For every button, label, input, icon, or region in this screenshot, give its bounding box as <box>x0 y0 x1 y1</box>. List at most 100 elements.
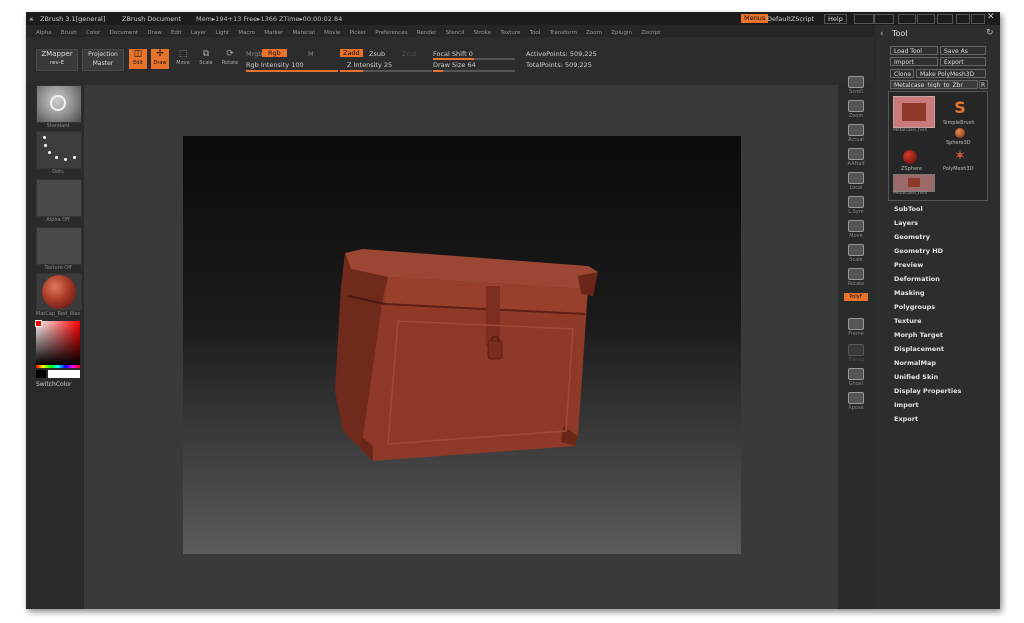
menu-texture[interactable]: Texture <box>500 30 520 36</box>
color-picker[interactable] <box>35 320 80 365</box>
section-normalmap[interactable]: NormalMap <box>894 359 936 367</box>
lock-icon[interactable] <box>937 14 953 24</box>
tool-thumb-metalcase[interactable] <box>893 96 935 128</box>
draw-size-slider[interactable] <box>433 70 515 72</box>
color-switch-icon[interactable] <box>898 14 916 24</box>
section-texture[interactable]: Texture <box>894 317 922 325</box>
edit-button[interactable]: ◫ Edit <box>129 49 147 69</box>
menu-picker[interactable]: Picker <box>350 30 366 36</box>
section-geometry[interactable]: Geometry <box>894 233 930 241</box>
frame-button[interactable]: Frame <box>844 318 868 340</box>
material-thumb[interactable] <box>36 273 82 311</box>
transp-button[interactable]: Transp <box>844 344 868 366</box>
tool-thumb-simplebrush[interactable]: S <box>945 98 975 120</box>
section-morph-target[interactable]: Morph Target <box>894 331 943 339</box>
load-tool-button[interactable]: Load Tool <box>890 46 938 55</box>
zoom-button[interactable]: Zoom <box>844 100 868 122</box>
section-unified-skin[interactable]: Unified Skin <box>894 373 938 381</box>
zsphere-icon[interactable] <box>903 150 917 164</box>
rgb-button[interactable]: Rgb <box>262 49 287 57</box>
layout-toggle-2-icon[interactable] <box>874 14 894 24</box>
maximize-icon[interactable] <box>971 14 985 24</box>
tool-thumb-metalcase-2[interactable] <box>893 174 935 192</box>
brush-thumb[interactable] <box>36 85 82 123</box>
menu-document[interactable]: Document <box>110 30 139 36</box>
zmapper-button[interactable]: ZMapper rev-E <box>36 49 78 71</box>
menu-alpha[interactable]: Alpha <box>36 30 52 36</box>
menus-button[interactable]: Menus <box>741 14 769 23</box>
section-polygroups[interactable]: Polygroups <box>894 303 935 311</box>
hue-strip[interactable] <box>36 365 80 368</box>
scale-button[interactable]: ⧉ Scale <box>197 49 215 69</box>
mrgb-button[interactable]: Mrgb <box>246 50 262 58</box>
section-geometry-hd[interactable]: Geometry HD <box>894 247 943 255</box>
section-masking[interactable]: Masking <box>894 289 925 297</box>
move-button[interactable]: ⬚ Move <box>174 49 192 69</box>
scale-view-button[interactable]: Scale <box>844 244 868 266</box>
scroll-button[interactable]: Scroll <box>844 76 868 98</box>
rotate-button[interactable]: ⟳ Rotate <box>220 49 240 69</box>
rotate-view-button[interactable]: Rotate <box>844 268 868 290</box>
gear-icon[interactable] <box>917 14 935 24</box>
layout-toggle-icon[interactable] <box>854 14 874 24</box>
aahalf-button[interactable]: AAHalf <box>844 148 868 170</box>
rgb-intensity-slider[interactable] <box>246 70 338 72</box>
menu-render[interactable]: Render <box>417 30 437 36</box>
save-as-button[interactable]: Save As <box>940 46 986 55</box>
help-button[interactable]: Help <box>824 14 847 24</box>
palette-reset-icon[interactable]: ↻ <box>986 28 994 38</box>
menu-brush[interactable]: Brush <box>61 30 77 36</box>
section-display-properties[interactable]: Display Properties <box>894 387 961 395</box>
sphere-icon[interactable] <box>955 128 965 138</box>
section-subtool[interactable]: SubTool <box>894 205 923 213</box>
section-layers[interactable]: Layers <box>894 219 918 227</box>
color-picker-handle[interactable] <box>35 320 42 327</box>
secondary-color-swatch[interactable] <box>36 370 46 378</box>
default-zscript-button[interactable]: DefaultZScript <box>767 15 814 23</box>
menu-zscript[interactable]: Zscript <box>641 30 660 36</box>
zsub-button[interactable]: Zsub <box>369 50 385 58</box>
make-polymesh-button[interactable]: Make PolyMesh3D <box>916 69 986 78</box>
current-tool-field[interactable]: Metalcase_high_to_Zbr <box>890 80 978 89</box>
menu-stroke[interactable]: Stroke <box>474 30 492 36</box>
star-icon[interactable]: ✶ <box>951 148 969 164</box>
move-view-button[interactable]: Move <box>844 220 868 242</box>
menu-tool[interactable]: Tool <box>530 30 541 36</box>
menu-zplugin[interactable]: Zplugin <box>611 30 632 36</box>
focal-shift-slider[interactable] <box>433 58 515 60</box>
draw-button[interactable]: ✢ Draw <box>151 49 169 69</box>
palette-collapse-icon[interactable]: ‹ <box>880 29 884 39</box>
main-color-swatch[interactable] <box>48 370 80 378</box>
actual-button[interactable]: Actual <box>844 124 868 146</box>
export-tool-button[interactable]: Export <box>940 57 986 66</box>
projection-master-button[interactable]: Projection Master <box>82 49 124 71</box>
polyf-button[interactable]: PolyF <box>844 293 868 302</box>
section-export[interactable]: Export <box>894 415 918 423</box>
stroke-thumb[interactable] <box>36 131 82 169</box>
menu-layer[interactable]: Layer <box>191 30 206 36</box>
r-button[interactable]: R <box>979 80 988 89</box>
clone-button[interactable]: Clone <box>890 69 914 78</box>
import-tool-button[interactable]: Import <box>890 57 938 66</box>
menu-preferences[interactable]: Preferences <box>375 30 407 36</box>
switch-color-button[interactable]: SwitchColor <box>36 381 72 388</box>
menu-zoom[interactable]: Zoom <box>586 30 602 36</box>
menu-movie[interactable]: Movie <box>324 30 340 36</box>
menu-draw[interactable]: Draw <box>147 30 161 36</box>
xpose-button[interactable]: Xpose <box>844 392 868 414</box>
m-button[interactable]: M <box>308 50 314 58</box>
alpha-thumb[interactable] <box>36 179 82 217</box>
menu-color[interactable]: Color <box>86 30 100 36</box>
menu-marker[interactable]: Marker <box>264 30 283 36</box>
menu-stencil[interactable]: Stencil <box>446 30 465 36</box>
menu-macro[interactable]: Macro <box>238 30 255 36</box>
ghost-button[interactable]: Ghost <box>844 368 868 390</box>
section-deformation[interactable]: Deformation <box>894 275 940 283</box>
section-preview[interactable]: Preview <box>894 261 923 269</box>
menu-edit[interactable]: Edit <box>171 30 182 36</box>
menu-light[interactable]: Light <box>215 30 229 36</box>
menu-transform[interactable]: Transform <box>550 30 577 36</box>
zcut-button[interactable]: Zcut <box>402 50 417 58</box>
texture-thumb[interactable] <box>36 227 82 265</box>
close-icon[interactable]: ✕ <box>987 12 995 22</box>
